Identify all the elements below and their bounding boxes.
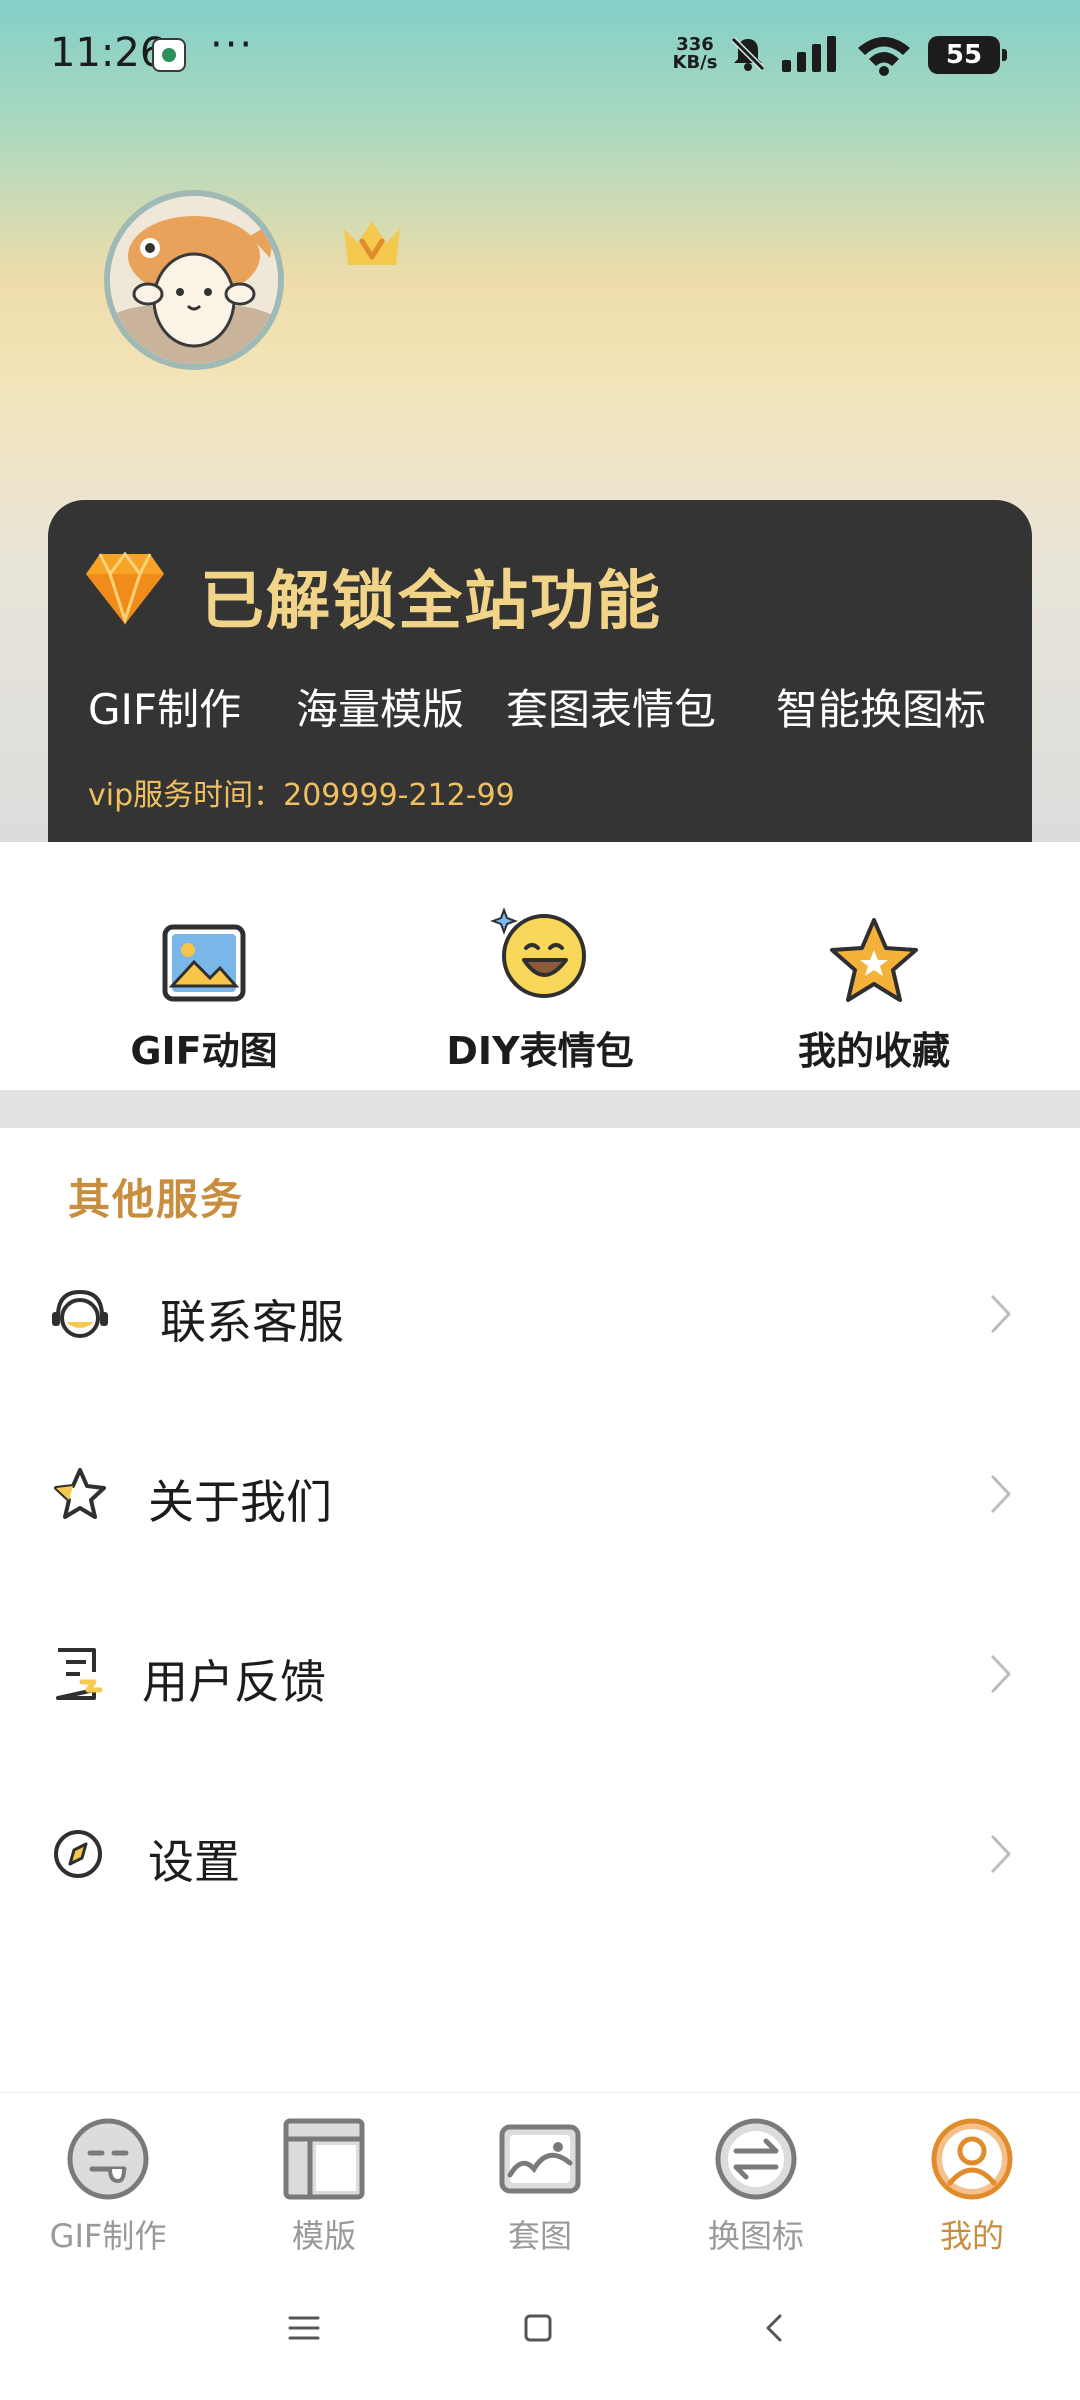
wifi-icon	[858, 37, 910, 76]
gif-face-icon	[67, 2118, 149, 2200]
vip-card: 已解锁全站功能 GIF制作 海量模版 套图表情包 智能换图标 vip服务时间：2…	[48, 500, 1032, 842]
taiyaki-character-avatar	[110, 196, 278, 364]
vip-feature-templates: 海量模版	[296, 685, 465, 734]
tab-label: 套图	[507, 2217, 572, 2255]
chevron-right-icon	[991, 1655, 1011, 1693]
service-item-feedback[interactable]: 用户反馈	[0, 1600, 1080, 1750]
tab-templates[interactable]: 模版	[216, 2093, 432, 2273]
tab-picture-sets[interactable]: 套图	[432, 2093, 648, 2273]
chevron-right-icon	[991, 1835, 1011, 1873]
service-item-label: 用户反馈	[142, 1655, 326, 1709]
tab-label: 我的	[939, 2217, 1004, 2255]
quick-action-label: DIY表情包	[446, 1029, 634, 1073]
vip-feature-gif: GIF制作	[88, 685, 242, 734]
star-icon	[830, 918, 918, 1002]
tab-me[interactable]: 我的	[864, 2093, 1080, 2273]
tab-label: 换图标	[707, 2217, 804, 2255]
more-notifications-icon: ···	[210, 22, 255, 68]
feedback-form-icon	[56, 1648, 103, 1700]
service-item-label: 设置	[148, 1835, 240, 1889]
swap-icon	[715, 2118, 797, 2200]
tab-gif-maker[interactable]: GIF制作	[0, 2093, 216, 2273]
service-item-settings[interactable]: 设置	[0, 1780, 1080, 1930]
user-avatar[interactable]	[104, 190, 284, 370]
chevron-right-icon	[991, 1295, 1011, 1333]
template-layout-icon	[283, 2118, 365, 2200]
quick-action-label: 我的收藏	[797, 1029, 950, 1073]
status-time: 11:26	[50, 30, 166, 76]
bell-muted-icon	[730, 36, 766, 72]
battery-icon: 55	[928, 36, 1007, 74]
network-speed: 336 KB/s	[670, 36, 720, 72]
profile-icon	[931, 2118, 1013, 2200]
service-item-label: 联系客服	[160, 1295, 344, 1349]
vip-feature-list: GIF制作 海量模版 套图表情包 智能换图标	[88, 676, 1008, 736]
tab-label: 模版	[291, 2217, 356, 2255]
bottom-nav: GIF制作 模版 套图 换图标 我的	[0, 2092, 1080, 2272]
tab-swap-icon[interactable]: 换图标	[648, 2093, 864, 2273]
home-icon[interactable]	[522, 2312, 554, 2344]
diamond-icon	[86, 552, 164, 625]
quick-action-diy-sticker[interactable]: DIY表情包	[410, 842, 670, 1090]
notification-app-icon	[152, 38, 186, 72]
signal-icon	[782, 36, 836, 72]
chevron-right-icon	[991, 1475, 1011, 1513]
vip-service-time: vip服务时间：209999-212-99	[88, 778, 515, 813]
crown-icon	[344, 221, 400, 265]
service-item-contact-support[interactable]: 联系客服	[0, 1240, 1080, 1390]
quick-action-gif[interactable]: GIF动图	[74, 842, 334, 1090]
section-divider	[0, 1090, 1080, 1128]
back-icon[interactable]	[762, 2312, 786, 2344]
network-speed-unit: KB/s	[672, 52, 718, 73]
service-item-label: 关于我们	[148, 1475, 332, 1529]
compass-settings-icon	[54, 1830, 102, 1878]
picture-set-icon	[499, 2124, 581, 2194]
quick-action-favorites[interactable]: 我的收藏	[744, 842, 1004, 1090]
tab-label: GIF制作	[49, 2217, 167, 2255]
star-outline-icon	[54, 1468, 106, 1519]
vip-feature-sticker-packs: 套图表情包	[506, 685, 717, 734]
quick-actions: GIF动图 DIY表情包 我的收藏	[0, 842, 1080, 1090]
headset-icon	[52, 1289, 108, 1338]
smiley-face-icon	[490, 907, 586, 998]
status-bar: 11:26 ··· 336 KB/s 55	[0, 0, 1080, 110]
section-title-other-services: 其他服务	[68, 1175, 245, 1224]
menu-icon[interactable]	[286, 2312, 322, 2344]
service-item-about-us[interactable]: 关于我们	[0, 1420, 1080, 1570]
quick-action-label: GIF动图	[130, 1029, 278, 1073]
vip-title: 已解锁全站功能	[200, 565, 662, 639]
system-navigation-bar	[0, 2272, 1080, 2400]
vip-feature-icon-swap: 智能换图标	[776, 685, 987, 734]
image-frame-icon	[162, 924, 246, 1002]
